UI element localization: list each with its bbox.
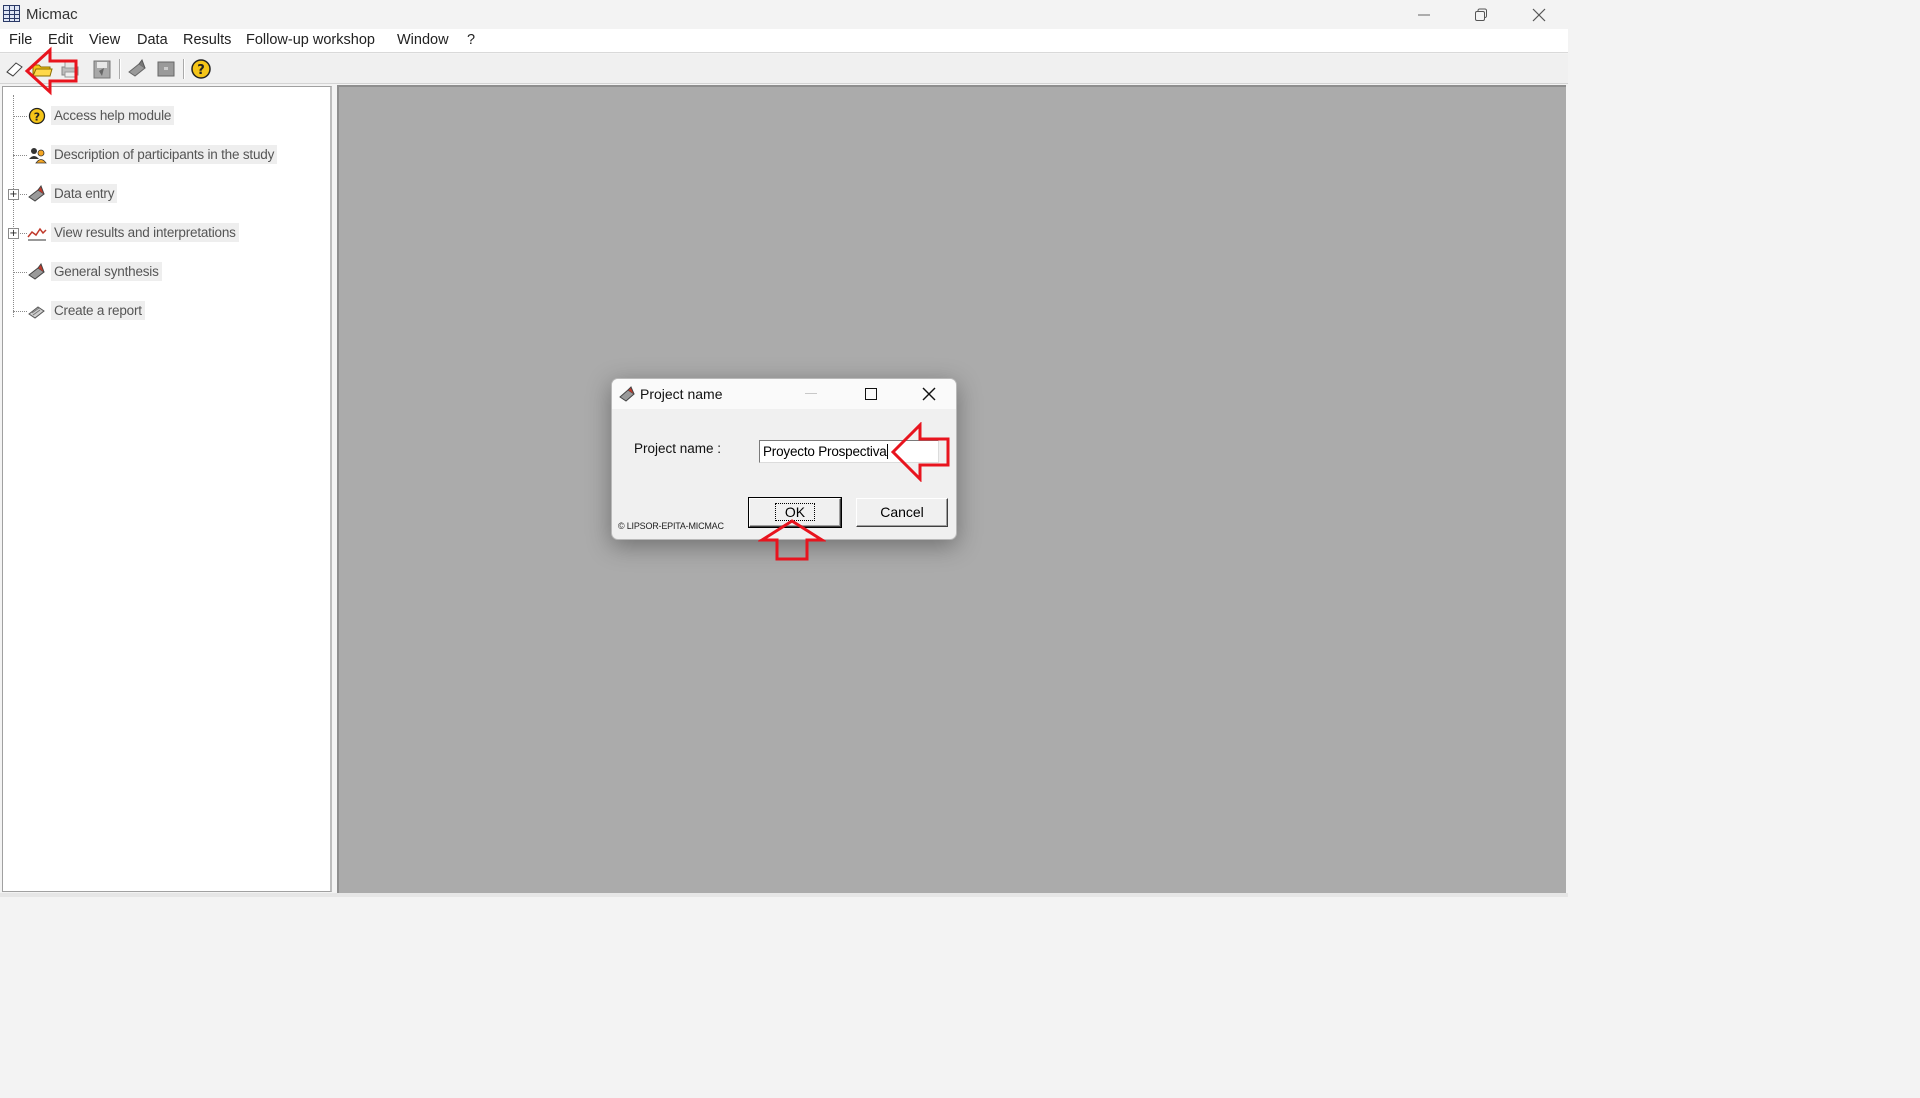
dialog-title-bar: Project name bbox=[612, 379, 956, 409]
save-button[interactable] bbox=[91, 58, 113, 80]
minimize-icon bbox=[1418, 14, 1430, 15]
menu-window[interactable]: Window bbox=[397, 32, 449, 48]
dialog-maximize-button[interactable] bbox=[865, 388, 877, 400]
svg-text:?: ? bbox=[34, 111, 40, 124]
tree-item-label: Data entry bbox=[51, 184, 118, 203]
menu-view[interactable]: View bbox=[89, 32, 120, 48]
data-entry-button[interactable] bbox=[126, 58, 148, 80]
micmac-app-icon bbox=[3, 5, 20, 22]
tree-item-general-synthesis[interactable]: General synthesis bbox=[3, 261, 323, 283]
menu-results[interactable]: Results bbox=[183, 32, 231, 48]
data-entry-icon bbox=[128, 58, 146, 77]
micmac-window: Micmac File Edit View Data Results Follo… bbox=[0, 0, 1568, 897]
menu-data[interactable]: Data bbox=[137, 32, 168, 48]
tree-item-create-report[interactable]: Create a report bbox=[3, 300, 323, 322]
tree-item-view-results[interactable]: + View results and interpretations bbox=[3, 222, 323, 244]
bottom-edge bbox=[0, 893, 1568, 897]
restore-icon bbox=[1475, 8, 1487, 21]
participants-icon bbox=[29, 148, 47, 164]
tree-item-label: General synthesis bbox=[51, 262, 162, 281]
tree-item-data-entry[interactable]: + Data entry bbox=[3, 183, 323, 205]
tree-connector-line bbox=[13, 95, 14, 317]
dialog-minimize-button bbox=[805, 393, 817, 394]
tree-connector bbox=[13, 116, 27, 117]
annotation-arrow-left-icon bbox=[890, 422, 950, 482]
menu-bar: File Edit View Data Results Follow-up wo… bbox=[0, 29, 1568, 53]
dialog-title: Project name bbox=[640, 386, 723, 402]
project-name-label: Project name : bbox=[634, 441, 722, 456]
tree-connector bbox=[13, 272, 27, 273]
new-file-icon bbox=[6, 62, 23, 77]
cancel-button[interactable]: Cancel bbox=[856, 498, 948, 527]
dialog-app-icon bbox=[619, 386, 635, 402]
window-button[interactable] bbox=[155, 58, 177, 80]
title-bar: Micmac bbox=[0, 0, 1568, 29]
tree-item-label: View results and interpretations bbox=[51, 223, 239, 242]
help-icon: ? bbox=[28, 107, 46, 125]
close-icon bbox=[1532, 8, 1546, 21]
toolbar-separator bbox=[119, 59, 120, 79]
toolbar-separator bbox=[183, 59, 184, 79]
annotation-arrow-left-icon bbox=[24, 46, 78, 96]
tree-item-label: Create a report bbox=[51, 301, 145, 320]
help-button[interactable]: ? bbox=[190, 58, 212, 80]
window-title: Micmac bbox=[26, 6, 78, 23]
data-entry-icon bbox=[28, 185, 45, 202]
svg-text:?: ? bbox=[197, 63, 205, 78]
annotation-arrow-up-icon bbox=[758, 519, 826, 561]
menu-follow-up-workshop[interactable]: Follow-up workshop bbox=[246, 32, 375, 48]
toolbar: ? bbox=[0, 54, 1568, 84]
chart-icon bbox=[27, 227, 47, 241]
restore-button[interactable] bbox=[1452, 0, 1510, 29]
tree-item-label: Description of participants in the study bbox=[51, 145, 278, 164]
synthesis-icon bbox=[28, 263, 45, 280]
new-file-button[interactable] bbox=[4, 58, 26, 80]
window-icon bbox=[157, 61, 175, 77]
report-icon bbox=[28, 306, 45, 319]
tree-connector bbox=[13, 155, 27, 156]
tree-item-access-help[interactable]: ? Access help module bbox=[3, 105, 323, 127]
navigation-tree-panel: ? Access help module Description of part… bbox=[2, 86, 332, 892]
text-cursor bbox=[887, 444, 888, 459]
menu-help[interactable]: ? bbox=[467, 32, 475, 48]
close-window-button[interactable] bbox=[1510, 0, 1568, 29]
copyright-text: © LIPSOR-EPITA-MICMAC bbox=[618, 521, 724, 531]
help-icon: ? bbox=[191, 59, 211, 79]
tree-connector bbox=[13, 311, 27, 312]
expand-button[interactable]: + bbox=[8, 189, 19, 200]
dialog-close-button[interactable] bbox=[921, 386, 937, 402]
minimize-button[interactable] bbox=[1395, 0, 1453, 29]
save-icon bbox=[93, 60, 111, 79]
tree-item-label: Access help module bbox=[51, 106, 175, 125]
expand-button[interactable]: + bbox=[8, 228, 19, 239]
tree-item-participants[interactable]: Description of participants in the study bbox=[3, 144, 323, 166]
